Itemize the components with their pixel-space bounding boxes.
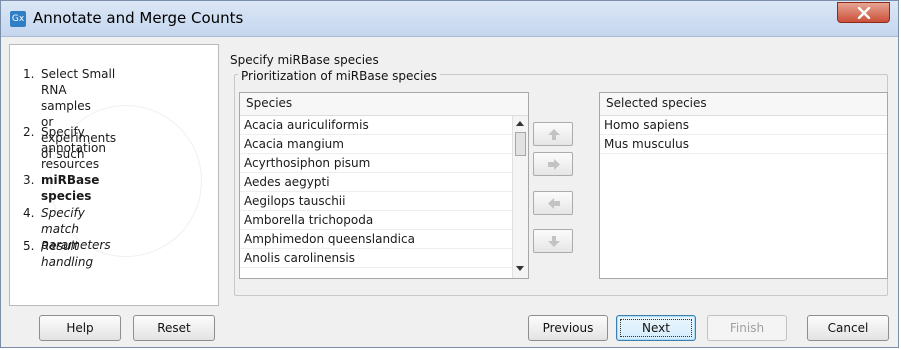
section-title: Specify miRBase species xyxy=(230,53,379,67)
list-item[interactable]: Aegilops tauschii xyxy=(240,192,513,211)
list-item[interactable]: Acacia mangium xyxy=(240,135,513,154)
scroll-down-icon[interactable] xyxy=(516,266,524,271)
list-item[interactable]: Amborella trichopoda xyxy=(240,211,513,230)
scroll-thumb[interactable] xyxy=(515,132,526,156)
move-left-button[interactable] xyxy=(533,191,573,215)
reset-button[interactable]: Reset xyxy=(133,315,215,341)
list-item[interactable]: Acyrthosiphon pisum xyxy=(240,154,513,173)
cancel-button[interactable]: Cancel xyxy=(807,315,889,341)
list-item[interactable]: Aedes aegypti xyxy=(240,173,513,192)
window-title: Annotate and Merge Counts xyxy=(33,9,244,27)
close-icon xyxy=(857,7,871,19)
close-button[interactable] xyxy=(837,2,890,23)
move-right-button[interactable] xyxy=(533,152,573,176)
next-button[interactable]: Next xyxy=(616,315,696,341)
arrow-left-icon xyxy=(548,198,560,209)
arrow-down-icon xyxy=(548,236,560,247)
move-down-button[interactable] xyxy=(533,229,573,253)
species-list-scrollbar[interactable] xyxy=(512,116,528,278)
focus-outline xyxy=(620,319,692,337)
selected-list-header[interactable]: Selected species xyxy=(600,93,887,116)
help-button[interactable]: Help xyxy=(39,315,121,341)
list-item[interactable]: Amphimedon queenslandica xyxy=(240,230,513,249)
main-panel: Specify miRBase species Prioritization o… xyxy=(222,44,892,306)
previous-button[interactable]: Previous xyxy=(528,315,608,341)
wizard-steps-panel: 1. Select Small RNA samples or experiment… xyxy=(9,44,219,306)
group-title: Prioritization of miRBase species xyxy=(238,69,440,83)
species-list-header[interactable]: Species xyxy=(240,93,528,116)
species-list[interactable]: Species Acacia auriculiformis Acacia man… xyxy=(239,92,529,279)
arrow-right-icon xyxy=(548,159,560,170)
arrow-up-icon xyxy=(548,129,560,140)
dialog-window: Gx Annotate and Merge Counts 1. Select S… xyxy=(0,0,899,348)
move-up-button[interactable] xyxy=(533,122,573,146)
title-bar: Gx Annotate and Merge Counts xyxy=(1,1,898,37)
list-item[interactable]: Acacia auriculiformis xyxy=(240,116,513,135)
scroll-up-icon[interactable] xyxy=(516,121,524,126)
app-icon: Gx xyxy=(10,11,26,27)
finish-button[interactable]: Finish xyxy=(707,315,787,341)
selected-species-list[interactable]: Selected species Homo sapiens Mus muscul… xyxy=(599,92,888,279)
list-item[interactable]: Homo sapiens xyxy=(600,116,887,135)
list-item[interactable]: Anolis carolinensis xyxy=(240,249,513,268)
list-item[interactable]: Mus musculus xyxy=(600,135,887,154)
